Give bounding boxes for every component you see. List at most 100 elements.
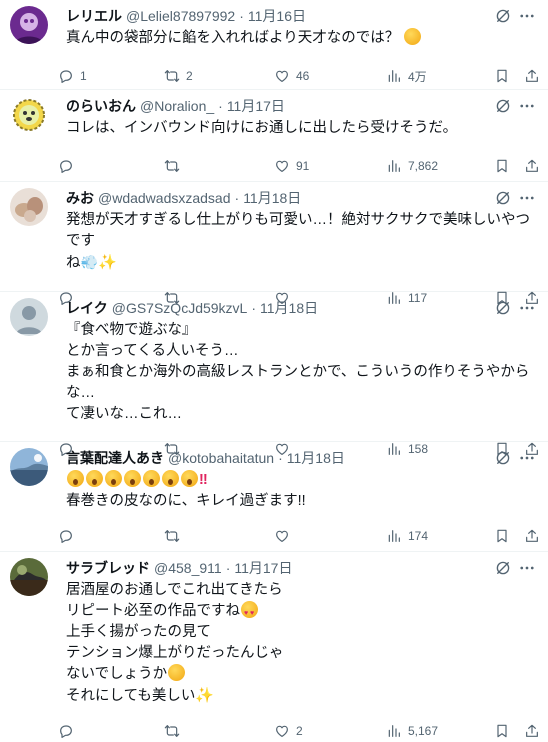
like-button[interactable]: 46 (274, 68, 309, 84)
heart-eyes-emoji (241, 601, 258, 624)
reply-button[interactable] (58, 723, 80, 739)
share-button[interactable] (524, 158, 546, 174)
more-icon[interactable] (518, 449, 536, 467)
tweet-header: のらいおん @Noralion_ · 11月17日 (66, 96, 534, 116)
tweet-text-content: 真ん中の袋部分に餡を入れればより天才なのでは？ (66, 30, 400, 46)
retweet-button[interactable]: 2 (164, 68, 193, 84)
retweet-icon (164, 723, 180, 739)
tweet-text: 真ん中の袋部分に餡を入れればより天才なのでは？ (66, 28, 534, 49)
reply-count: 1 (80, 69, 87, 83)
grok-icon[interactable] (494, 449, 512, 467)
more-icon[interactable] (518, 97, 536, 115)
more-icon[interactable] (518, 7, 536, 25)
grok-icon[interactable] (494, 299, 512, 317)
avatar[interactable] (10, 6, 48, 44)
bookmark-button[interactable] (494, 528, 516, 544)
reply-button[interactable]: 1 (58, 68, 87, 84)
retweet-button[interactable] (164, 723, 186, 739)
tweet-date[interactable]: 11月18日 (287, 448, 345, 468)
separator-dot: · (225, 560, 231, 576)
retweet-icon (164, 68, 180, 84)
action-bar: 2 5,167 (66, 713, 534, 742)
views-chart-icon (386, 158, 402, 174)
bookmark-icon (494, 528, 510, 544)
tweet-date[interactable]: 11月17日 (234, 558, 292, 578)
tweet[interactable]: レイク @GS7SzQcJd59kzvL · 11月18日 『食べ物で遊ぶな』 … (0, 292, 548, 442)
share-button[interactable] (524, 528, 546, 544)
astonished-face-emoji (181, 470, 198, 487)
more-icon[interactable] (518, 559, 536, 577)
user-handle[interactable]: @Noralion_ (140, 96, 214, 116)
share-icon (524, 68, 540, 84)
avatar[interactable] (10, 188, 48, 226)
tweet-header: みお @wdadwadsxzadsad · 11月18日 (66, 188, 534, 208)
display-name[interactable]: レリエル (66, 6, 122, 26)
avatar[interactable] (10, 298, 48, 336)
display-name[interactable]: 言葉配達人あき (66, 448, 164, 468)
display-name[interactable]: のらいおん (66, 96, 136, 116)
like-button[interactable]: 91 (274, 158, 309, 174)
reply-icon (58, 528, 74, 544)
retweet-button[interactable] (164, 528, 186, 544)
tweet-text: コレは、インバウンド向けにお通しに出したら受けそうだ。 (66, 120, 458, 136)
display-name[interactable]: サラブレッド (66, 558, 150, 578)
retweet-button[interactable] (164, 158, 186, 174)
share-icon (524, 528, 540, 544)
user-handle[interactable]: @wdadwadsxzadsad (98, 188, 231, 208)
thinking-face-emoji (404, 28, 422, 45)
tweet-text-content: 春巻きの皮なのに、キレイ過ぎます!! (66, 493, 306, 509)
views-button[interactable]: 7,862 (386, 158, 438, 174)
tweet-header: レイク @GS7SzQcJd59kzvL · 11月18日 (66, 298, 534, 318)
like-button[interactable] (274, 528, 296, 544)
more-icon[interactable] (518, 299, 536, 317)
tweet-date[interactable]: 11月18日 (243, 188, 301, 208)
like-button[interactable]: 2 (274, 723, 303, 739)
views-chart-icon (386, 528, 402, 544)
grok-icon[interactable] (494, 559, 512, 577)
tweet[interactable]: 言葉配達人あき @kotobahaitatun · 11月18日 ‼ 春巻きの皮… (0, 442, 548, 552)
like-count: 2 (296, 724, 303, 738)
tweet[interactable]: サラブレッド @458_911 · 11月17日 居酒屋のお通しでこれ出てきたら… (0, 552, 548, 742)
tweet-date[interactable]: 11月18日 (260, 298, 318, 318)
dash-away-emoji: 💨 (80, 254, 98, 270)
views-button[interactable]: 4万 (386, 68, 427, 85)
retweet-icon (164, 158, 180, 174)
more-icon[interactable] (518, 189, 536, 207)
grok-icon[interactable] (494, 97, 512, 115)
bookmark-icon (494, 68, 510, 84)
view-count: 4万 (408, 69, 427, 84)
user-handle[interactable]: @GS7SzQcJd59kzvL (112, 298, 248, 318)
astonished-face-emoji (86, 470, 103, 487)
astonished-face-emoji (124, 470, 141, 487)
avatar[interactable] (10, 96, 48, 134)
avatar[interactable] (10, 448, 48, 486)
grok-icon[interactable] (494, 7, 512, 25)
avatar[interactable] (10, 558, 48, 596)
reply-button[interactable] (58, 528, 80, 544)
tweet[interactable]: みお @wdadwadsxzadsad · 11月18日 発想が天才すぎるし仕上… (0, 182, 548, 292)
tweet-date[interactable]: 11月16日 (248, 6, 306, 26)
tweet[interactable]: レリエル @Leliel87897992 · 11月16日 真ん中の袋部分に餡を… (0, 0, 548, 90)
tweet-date[interactable]: 11月17日 (227, 96, 285, 116)
tweet-text-line: 居酒屋のお通しでこれ出てきたら (66, 582, 283, 598)
reply-button[interactable] (58, 158, 80, 174)
views-button[interactable]: 5,167 (386, 723, 438, 739)
tweet-text-line: ないでしょうか (66, 666, 168, 682)
bookmark-button[interactable] (494, 158, 516, 174)
display-name[interactable]: レイク (66, 298, 108, 318)
user-handle[interactable]: @kotobahaitatun (168, 448, 274, 468)
bookmark-button[interactable] (494, 68, 516, 84)
separator-dot: · (239, 8, 244, 24)
heart-icon (274, 723, 290, 739)
user-handle[interactable]: @Leliel87897992 (126, 6, 235, 26)
display-name[interactable]: みお (66, 188, 94, 208)
share-button[interactable] (524, 723, 546, 739)
like-count: 91 (296, 159, 310, 173)
grok-icon[interactable] (494, 189, 512, 207)
views-chart-icon (386, 723, 402, 739)
user-handle[interactable]: @458_911 (154, 558, 222, 578)
share-button[interactable] (524, 68, 546, 84)
views-button[interactable]: 174 (386, 528, 428, 544)
bookmark-button[interactable] (494, 723, 516, 739)
tweet[interactable]: のらいおん @Noralion_ · 11月17日 コレは、インバウンド向けにお… (0, 90, 548, 182)
